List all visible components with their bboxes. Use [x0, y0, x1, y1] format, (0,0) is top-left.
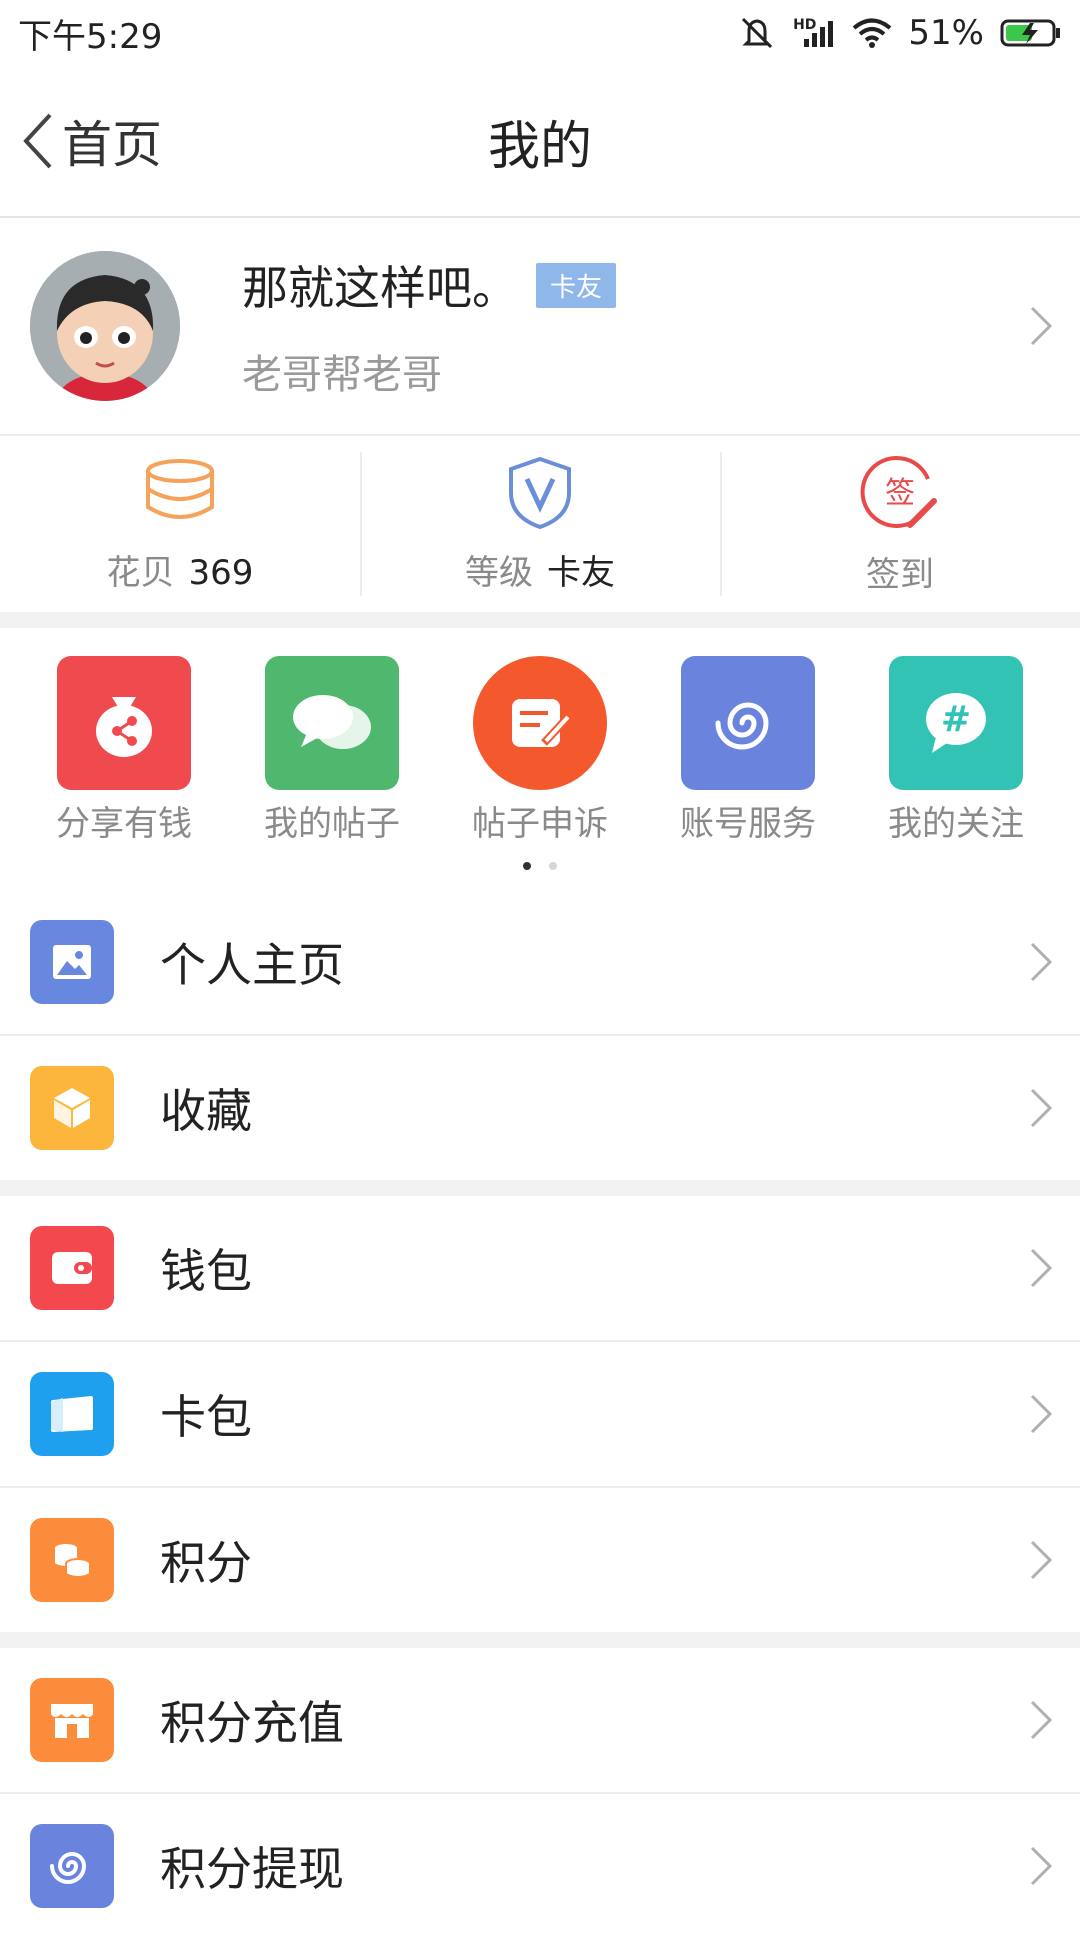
menu-label: 收藏 — [160, 1084, 252, 1138]
profile-badge: 卡友 — [536, 262, 617, 308]
menu-item-favorites[interactable]: 收藏 — [0, 1036, 1080, 1180]
wifi-icon — [852, 17, 892, 49]
menu-label: 积分充值 — [160, 1696, 344, 1750]
sign-in-icon: 签 — [860, 455, 937, 528]
stat-huabei[interactable]: 花贝 369 — [0, 436, 360, 612]
battery-icon — [1000, 18, 1062, 48]
profile-card[interactable]: 那就这样吧。 卡友 老哥帮老哥 — [0, 218, 1080, 436]
menu-group: 钱包 卡包 积分 — [0, 1196, 1080, 1648]
mute-icon — [737, 15, 777, 51]
chevron-right-icon — [1030, 1088, 1053, 1128]
box-icon — [30, 1066, 114, 1150]
chevron-right-icon — [1030, 1394, 1053, 1434]
shortcut-my-follows[interactable]: # 我的关注 — [866, 656, 1046, 845]
hashtag-icon-glyph: # — [941, 699, 971, 740]
status-icons: HD 51% — [737, 13, 1062, 53]
spiral-icon — [681, 656, 815, 790]
network-type: HD — [793, 17, 817, 33]
back-label: 首页 — [62, 116, 162, 174]
menu-label: 卡包 — [160, 1390, 252, 1444]
profile-name: 那就这样吧。 — [242, 261, 518, 315]
shortcut-account-service[interactable]: 账号服务 — [658, 656, 838, 845]
coins-icon — [30, 1518, 114, 1602]
stat-value: 369 — [188, 552, 254, 593]
stats-bar: 花贝 369 等级 卡友 签 签到 — [0, 436, 1080, 628]
menu-item-wallet[interactable]: 钱包 — [0, 1196, 1080, 1342]
avatar[interactable] — [30, 251, 180, 401]
store-icon — [30, 1678, 114, 1762]
hashtag-bubble-icon: # — [889, 656, 1023, 790]
shortcut-label: 帖子申诉 — [472, 804, 608, 844]
menu-item-points-recharge[interactable]: 积分充值 — [0, 1648, 1080, 1794]
page-title: 我的 — [487, 116, 592, 177]
page-indicator — [0, 862, 1080, 870]
menu-group: 积分充值 积分提现 — [0, 1648, 1080, 1938]
stat-sign-in[interactable]: 签 签到 — [720, 436, 1080, 612]
profile-info: 那就这样吧。 卡友 老哥帮老哥 — [242, 252, 617, 400]
shortcut-grid: 分享有钱 我的帖子 帖子申诉 账号服务 # 我的关注 — [0, 628, 1080, 890]
page-dot — [549, 862, 557, 870]
shortcut-share-money[interactable]: 分享有钱 — [34, 656, 214, 845]
card-icon — [30, 1372, 114, 1456]
stat-label: 等级 — [465, 552, 533, 593]
menu-label: 积分提现 — [160, 1842, 344, 1896]
sign-in-icon-glyph: 签 — [885, 476, 915, 511]
menu-item-homepage[interactable]: 个人主页 — [0, 890, 1080, 1036]
menu-item-points[interactable]: 积分 — [0, 1488, 1080, 1632]
shield-v-icon — [509, 456, 571, 529]
image-icon — [30, 920, 114, 1004]
shortcut-label: 我的关注 — [888, 804, 1024, 844]
menu-label: 个人主页 — [160, 938, 344, 992]
stat-label: 花贝 — [106, 552, 175, 593]
shortcut-my-posts[interactable]: 我的帖子 — [242, 656, 422, 845]
chevron-right-icon — [1030, 306, 1053, 346]
menu-item-card-wallet[interactable]: 卡包 — [0, 1342, 1080, 1488]
status-time: 下午5:29 — [18, 16, 163, 57]
battery-percent: 51% — [908, 13, 984, 53]
menu-group: 个人主页 收藏 — [0, 890, 1080, 1196]
money-bag-share-icon — [57, 656, 191, 790]
chevron-left-icon — [23, 113, 52, 169]
chevron-right-icon — [1030, 1540, 1053, 1580]
edit-note-icon — [473, 656, 607, 790]
status-bar: 下午5:29 HD 51% — [0, 0, 1080, 66]
back-button[interactable]: 首页 — [20, 66, 162, 216]
shortcut-label: 账号服务 — [680, 804, 816, 844]
profile-subtitle: 老哥帮老哥 — [242, 352, 442, 398]
chevron-right-icon — [1030, 1248, 1053, 1288]
chevron-right-icon — [1030, 1846, 1053, 1886]
chat-bubbles-icon — [265, 656, 399, 790]
shortcut-label: 我的帖子 — [264, 804, 400, 844]
nav-bar: 首页 我的 — [0, 66, 1080, 218]
menu-label: 钱包 — [160, 1244, 252, 1298]
menu-label: 积分 — [160, 1536, 252, 1590]
stat-value: 卡友 — [547, 552, 615, 593]
stat-label: 签到 — [866, 554, 934, 595]
wallet-icon — [30, 1226, 114, 1310]
shortcut-label: 分享有钱 — [56, 804, 192, 844]
chevron-right-icon — [1030, 942, 1053, 982]
spiral-icon — [30, 1824, 114, 1908]
shortcut-post-appeal[interactable]: 帖子申诉 — [450, 656, 630, 845]
signal-icon: HD — [793, 17, 836, 49]
menu-item-points-withdraw[interactable]: 积分提现 — [0, 1794, 1080, 1938]
stat-level[interactable]: 等级 卡友 — [360, 436, 720, 612]
coins-stack-icon — [146, 458, 214, 519]
page-dot-active — [523, 862, 531, 870]
chevron-right-icon — [1030, 1700, 1053, 1740]
